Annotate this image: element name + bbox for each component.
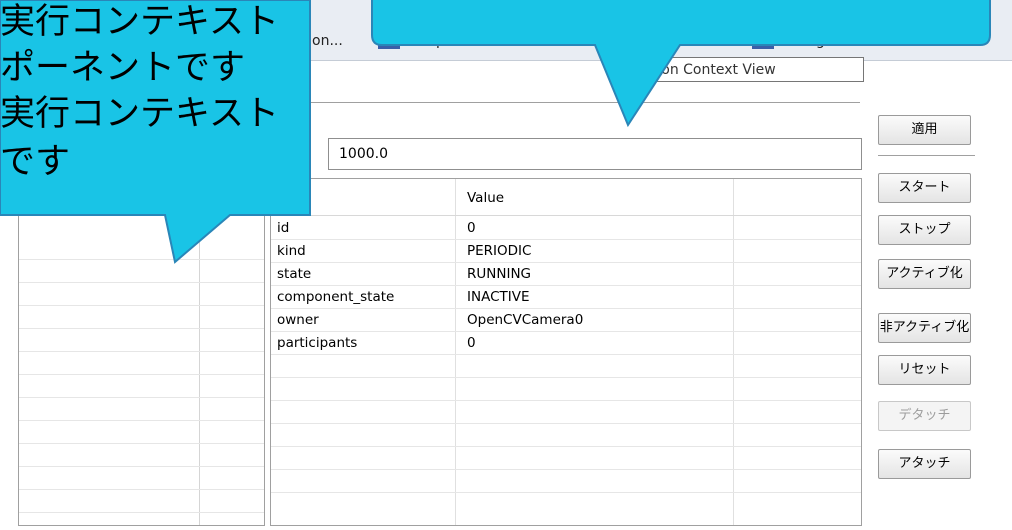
callout-line: ポーネントです — [0, 48, 246, 88]
callout-line: 実行コンテキスト — [0, 94, 279, 134]
callout-line: です — [0, 142, 71, 182]
right-callout-bubble — [371, 0, 991, 128]
callout-line: 実行コンテキスト — [0, 2, 279, 42]
